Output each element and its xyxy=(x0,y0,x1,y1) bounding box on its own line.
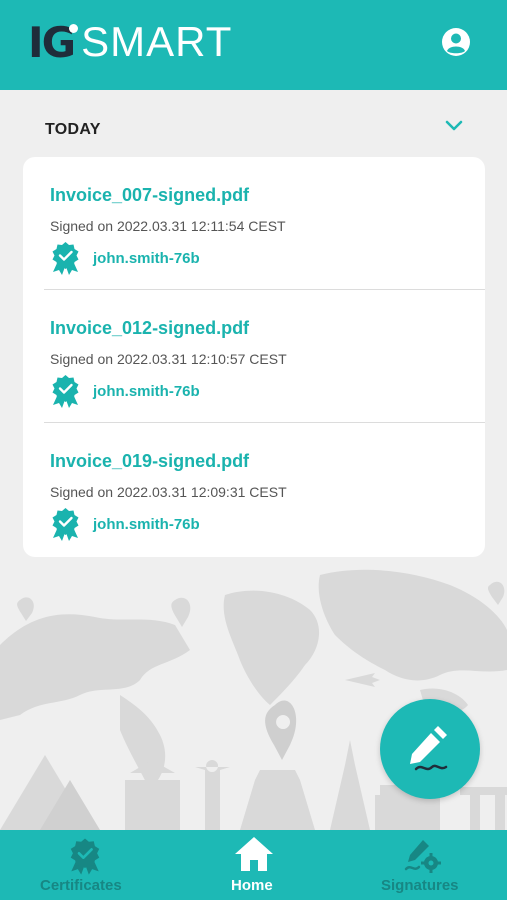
signer-username[interactable]: john.smith-76b xyxy=(93,516,200,533)
logo-dot xyxy=(69,23,79,33)
document-item[interactable]: Invoice_019-signed.pdf Signed on 2022.03… xyxy=(23,423,485,556)
nav-signatures-label: Signatures xyxy=(381,877,459,894)
signer-username[interactable]: john.smith-76b xyxy=(93,250,200,267)
document-filename[interactable]: Invoice_019-signed.pdf xyxy=(50,451,249,472)
app-header: IG SMART xyxy=(0,0,507,90)
certificate-badge-icon xyxy=(52,508,79,541)
certificate-badge-icon xyxy=(52,242,79,275)
nav-certificates[interactable]: Certificates xyxy=(0,830,170,900)
document-item[interactable]: Invoice_007-signed.pdf Signed on 2022.03… xyxy=(23,157,485,290)
document-signed-date: Signed on 2022.03.31 12:10:57 CEST xyxy=(50,351,287,367)
section-title: TODAY xyxy=(45,121,101,138)
signature-gear-icon xyxy=(404,840,441,873)
document-item[interactable]: Invoice_012-signed.pdf Signed on 2022.03… xyxy=(23,290,485,423)
chevron-down-icon[interactable] xyxy=(443,117,465,135)
pencil-sign-icon xyxy=(410,726,448,771)
sign-document-button[interactable] xyxy=(380,699,480,799)
logo-ig-text: IG xyxy=(28,17,76,67)
certificate-badge-icon xyxy=(70,838,100,875)
nav-certificates-label: Certificates xyxy=(40,877,122,894)
bottom-navigation: Certificates Home Signatures xyxy=(0,830,507,900)
signer-username[interactable]: john.smith-76b xyxy=(93,383,200,400)
account-circle-icon[interactable] xyxy=(441,27,471,57)
home-icon xyxy=(235,837,273,871)
document-filename[interactable]: Invoice_007-signed.pdf xyxy=(50,185,249,206)
document-filename[interactable]: Invoice_012-signed.pdf xyxy=(50,318,249,339)
logo-smart-text: SMART xyxy=(81,18,233,65)
nav-home[interactable]: Home xyxy=(200,830,310,900)
documents-card: Invoice_007-signed.pdf Signed on 2022.03… xyxy=(23,157,485,557)
nav-home-label: Home xyxy=(231,877,273,894)
certificate-badge-icon xyxy=(52,375,79,408)
document-signed-date: Signed on 2022.03.31 12:09:31 CEST xyxy=(50,484,287,500)
document-signed-date: Signed on 2022.03.31 12:11:54 CEST xyxy=(50,218,286,234)
nav-signatures[interactable]: Signatures xyxy=(360,830,507,900)
app-logo: IG SMART xyxy=(28,17,233,67)
